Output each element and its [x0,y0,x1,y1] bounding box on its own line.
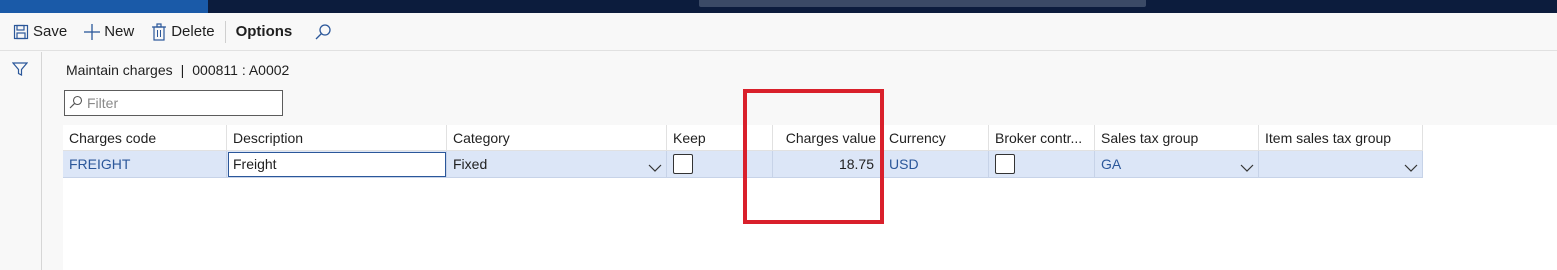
column-header-charges-value[interactable]: Charges value [773,125,883,151]
left-filter-rail [0,52,42,270]
column-header-keep[interactable]: Keep [667,125,773,151]
grid-filter-box[interactable] [64,90,283,116]
column-header-broker-contract[interactable]: Broker contr... [989,125,1095,151]
grid-header-row: Charges code Description Category Keep C… [63,125,1423,151]
charges-code-cell[interactable]: FREIGHT [63,151,227,178]
top-navigation-bar [0,0,1557,13]
charges-value-cell[interactable]: 18.75 [773,151,883,178]
delete-label: Delete [171,23,215,40]
keep-cell [667,151,773,178]
column-header-sales-tax-group[interactable]: Sales tax group [1095,125,1259,151]
charges-grid: Charges code Description Category Keep C… [63,125,1557,270]
delete-button[interactable]: Delete [146,13,218,51]
search-icon[interactable] [314,23,332,41]
record-id: 000811 : A0002 [192,62,290,78]
column-header-currency[interactable]: Currency [883,125,989,151]
column-header-category[interactable]: Category [447,125,667,151]
new-label: New [104,23,135,40]
action-pane: Save New Delete Options [0,13,1557,51]
item-sales-tax-group-cell[interactable] [1259,151,1423,178]
options-tab[interactable]: Options [232,23,297,40]
description-input[interactable]: Freight [228,152,446,177]
chevron-down-icon[interactable] [1240,157,1254,178]
sales-tax-group-cell[interactable]: GA [1095,151,1259,178]
category-cell[interactable]: Fixed [447,151,667,178]
action-pane-divider [224,20,226,43]
main-content: Maintain charges | 000811 : A0002 Charges … [42,52,1557,270]
caption-separator: | [180,62,185,78]
table-row[interactable]: FREIGHT Freight Fixed 18.75 USD GA [63,151,1423,178]
column-header-charges-code[interactable]: Charges code [63,125,227,151]
sales-tax-group-value: GA [1101,156,1122,172]
column-header-item-sales-tax-group[interactable]: Item sales tax group [1259,125,1423,151]
broker-contract-cell [989,151,1095,178]
save-label: Save [33,23,68,40]
keep-checkbox[interactable] [673,154,693,175]
plus-icon [83,23,101,41]
global-search-bar[interactable] [699,0,1146,7]
column-header-description[interactable]: Description [227,125,447,151]
category-value: Fixed [453,156,488,172]
filter-input[interactable] [87,95,277,111]
save-button[interactable]: Save [8,13,71,51]
search-icon [69,95,83,112]
chevron-down-icon[interactable] [1404,157,1418,178]
description-cell[interactable]: Freight [227,151,447,178]
app-brand-strip[interactable] [0,0,208,13]
save-icon [12,23,30,41]
currency-cell[interactable]: USD [883,151,989,178]
page-caption: Maintain charges | 000811 : A0002 [66,62,289,78]
chevron-down-icon[interactable] [648,157,662,178]
form-name: Maintain charges [66,62,173,78]
trash-icon [150,22,168,41]
broker-contract-checkbox[interactable] [995,154,1015,175]
filter-icon[interactable] [11,61,29,80]
new-button[interactable]: New [79,13,138,51]
